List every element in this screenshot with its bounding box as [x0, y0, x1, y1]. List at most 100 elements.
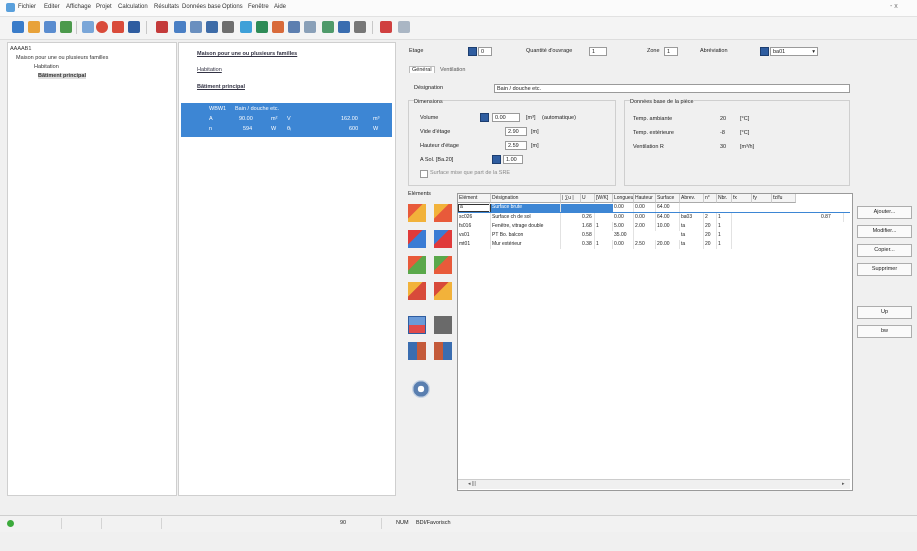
designation-input[interactable]: Bain / douche etc. [494, 84, 850, 93]
col-designation[interactable]: Désignation [491, 194, 561, 203]
tree-root[interactable]: AAAAB1 [10, 46, 31, 52]
table-cell[interactable]: 1 [595, 240, 613, 249]
table-cell[interactable]: 0.00 [613, 213, 634, 222]
menu-editer[interactable]: Editer [44, 4, 60, 10]
scroll-left-icon[interactable]: ◂ ||| [468, 481, 476, 487]
etage-picker-icon[interactable] [468, 47, 477, 56]
abreviation-picker-icon[interactable] [760, 47, 769, 56]
floor-icon[interactable] [434, 256, 452, 274]
window-icon[interactable] [408, 230, 426, 248]
sre-checkbox[interactable] [420, 170, 428, 178]
horizontal-scrollbar[interactable]: ◂ ||| ▸ [458, 479, 850, 489]
gear-icon[interactable] [412, 380, 430, 398]
wall-2-icon[interactable] [434, 204, 452, 222]
window-controls[interactable]: - x [890, 3, 898, 10]
table-cell[interactable]: Mur extérieur [491, 240, 561, 249]
table-cell[interactable]: 1.68 [581, 222, 595, 231]
table-cell[interactable]: Fenêtre, vitrage double [491, 222, 561, 231]
partition-icon[interactable] [434, 282, 452, 300]
arrow-icon[interactable] [240, 21, 252, 33]
table-cell[interactable]: ta [680, 222, 704, 231]
pin-icon[interactable] [380, 21, 392, 33]
new-icon[interactable] [12, 21, 24, 33]
supprimer-button[interactable]: Supprimer [857, 263, 912, 276]
settings-icon[interactable] [304, 21, 316, 33]
menu-aide[interactable]: Aide [274, 4, 286, 10]
copy-icon[interactable] [190, 21, 202, 33]
building-icon[interactable] [256, 21, 268, 33]
modifier-button[interactable]: Modifier... [857, 225, 912, 238]
col-fx[interactable]: fx [732, 194, 752, 203]
col-wk[interactable]: [W/K] [595, 194, 613, 203]
door-icon[interactable] [434, 230, 452, 248]
link-habitation[interactable]: Habitation [197, 67, 222, 73]
table-cell[interactable]: 0.00 [613, 203, 634, 212]
menu-projet[interactable]: Projet [96, 4, 112, 10]
menu-fenetre[interactable]: Fenêtre [248, 4, 269, 10]
play-icon[interactable] [174, 21, 186, 33]
col-fy[interactable]: fy [752, 194, 772, 203]
menu-options[interactable]: Options [222, 4, 243, 10]
col-element[interactable]: Elément [458, 194, 491, 203]
move-down-button[interactable]: bw [857, 325, 912, 338]
etage-input[interactable]: 0 [478, 47, 492, 56]
paste-icon[interactable] [206, 21, 218, 33]
table-cell[interactable]: 0.58 [581, 231, 595, 240]
col-surface[interactable]: Surface [656, 194, 680, 203]
ausol-picker-icon[interactable] [492, 155, 501, 164]
table-cell[interactable]: ta [680, 231, 704, 240]
table-cell[interactable]: 5.00 [613, 222, 634, 231]
save-icon[interactable] [44, 21, 56, 33]
link-batiment[interactable]: Bâtiment principal [197, 84, 245, 90]
table-cell[interactable]: Surface brute [491, 203, 561, 212]
table-cell[interactable]: Surface ch de sol [491, 213, 561, 222]
selected-room[interactable]: WBW1 Bain / douche etc. A 90.00 m² V 162… [181, 103, 392, 137]
table-icon[interactable] [288, 21, 300, 33]
abreviation-select[interactable]: ba01 ▾ [770, 47, 818, 56]
table-cell[interactable]: 20.00 [656, 240, 680, 249]
ajouter-button[interactable]: Ajouter... [857, 206, 912, 219]
delete-icon[interactable] [112, 21, 124, 33]
roof-icon[interactable] [408, 256, 426, 274]
table-cell[interactable]: 2.00 [634, 222, 656, 231]
table-cell[interactable]: 2 [704, 213, 717, 222]
table-cell[interactable]: 1 [717, 222, 732, 231]
table-cell[interactable]: 2.50 [634, 240, 656, 249]
table-cell[interactable]: ba03 [680, 213, 704, 222]
col-abrev[interactable]: Abrev. [680, 194, 704, 203]
tab-general[interactable]: Général [409, 66, 435, 73]
table-cell[interactable]: 64.00 [656, 213, 680, 222]
heater-icon[interactable] [434, 316, 452, 334]
zone-input[interactable]: 1 [664, 47, 678, 56]
zoom-icon[interactable] [398, 21, 410, 33]
volume-input[interactable]: 0.00 [492, 113, 520, 122]
menu-affichage[interactable]: Affichage [66, 4, 91, 10]
table-cell[interactable]: 1 [717, 213, 732, 222]
scroll-right-icon[interactable]: ▸ [842, 481, 845, 487]
wall-icon[interactable] [408, 204, 426, 222]
col-fzfu[interactable]: fz/fu [772, 194, 796, 203]
open-icon[interactable] [28, 21, 40, 33]
valve-icon[interactable] [434, 342, 452, 360]
ausol-input[interactable]: 1.00 [503, 155, 523, 164]
calc-icon[interactable] [156, 21, 168, 33]
table-cell[interactable]: 0.38 [581, 240, 595, 249]
pencil-icon[interactable] [354, 21, 366, 33]
menu-resultats[interactable]: Résultats [154, 4, 179, 10]
quantite-input[interactable]: 1 [589, 47, 607, 56]
table-cell[interactable]: 0.00 [634, 213, 656, 222]
table-cell[interactable]: sc026 [458, 213, 491, 222]
mid-header[interactable]: Maison pour une ou plusieurs familles [197, 51, 297, 57]
copier-button[interactable]: Copier... [857, 244, 912, 257]
table-cell[interactable]: PT Bo. balcon [491, 231, 561, 240]
info-icon[interactable] [338, 21, 350, 33]
undo-icon[interactable] [82, 21, 94, 33]
table-cell[interactable]: 0.00 [634, 203, 656, 212]
menu-donnees-base[interactable]: Données base [182, 4, 221, 10]
vide-input[interactable]: 2.90 [505, 127, 527, 136]
table-cell[interactable]: 1 [717, 231, 732, 240]
col-no[interactable]: n° [704, 194, 717, 203]
chart-icon[interactable] [272, 21, 284, 33]
tab-ventilation[interactable]: Ventilation [440, 67, 465, 73]
col-nbr[interactable]: Nbr. [717, 194, 732, 203]
